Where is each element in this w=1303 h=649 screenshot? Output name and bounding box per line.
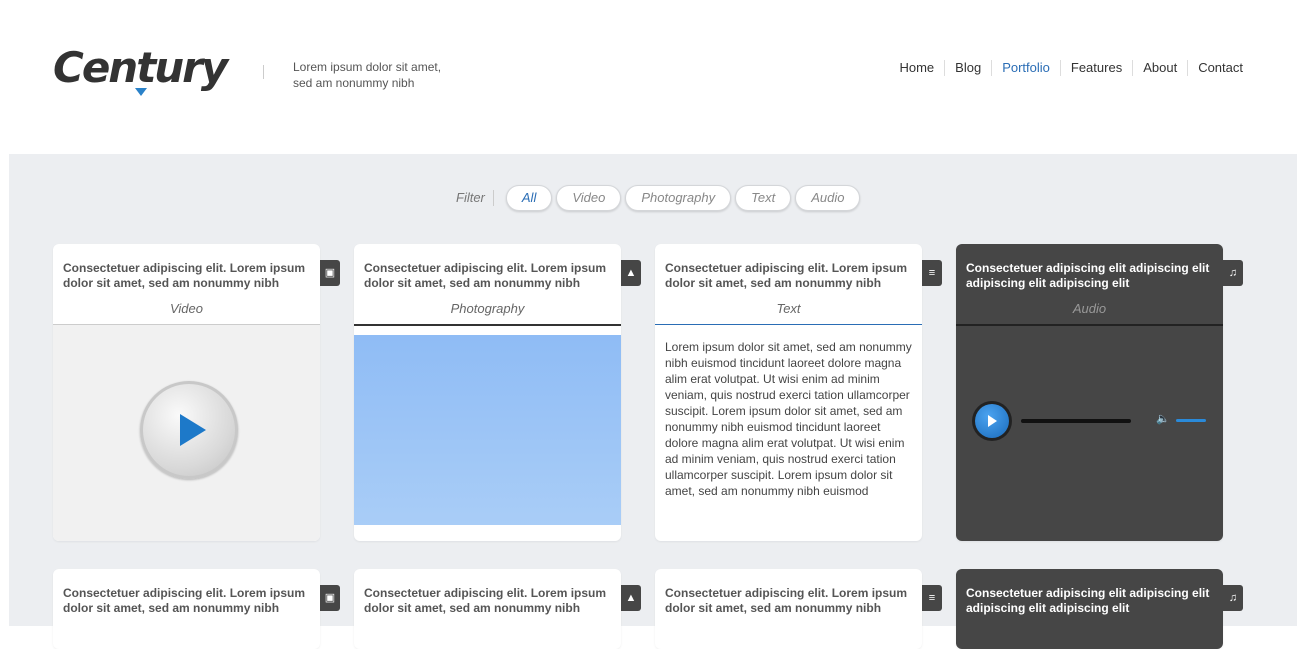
- tagline: Lorem ipsum dolor sit amet, sed am nonum…: [293, 59, 493, 91]
- card-title: Consectetuer adipiscing elit. Lorem ipsu…: [665, 261, 908, 290]
- portfolio-card-photography[interactable]: Consectetuer adipiscing elit. Lorem ipsu…: [354, 244, 621, 541]
- main-nav: Home Blog Portfolio Features About Conta…: [889, 60, 1243, 76]
- play-icon: [975, 404, 1009, 438]
- music-note-icon: ♫: [1223, 260, 1243, 286]
- volume-slider[interactable]: [1176, 419, 1206, 422]
- filter-bar: Filter All Video Photography Text Audio: [456, 185, 864, 211]
- filter-audio-button[interactable]: Audio: [795, 185, 861, 211]
- tagline-line-1: Lorem ipsum dolor sit amet,: [293, 60, 442, 74]
- volume-icon[interactable]: 🔈: [1156, 412, 1170, 425]
- card-title: Consectetuer adipiscing elit adipiscing …: [966, 261, 1210, 290]
- text-lines-icon: ≡: [922, 260, 942, 286]
- music-note-icon: ♫: [1223, 585, 1243, 611]
- card-title: Consectetuer adipiscing elit. Lorem ipsu…: [63, 586, 306, 615]
- image-icon: ▲: [621, 260, 641, 286]
- filter-text-button[interactable]: Text: [735, 185, 792, 211]
- film-icon: ▣: [320, 585, 340, 611]
- nav-features[interactable]: Features: [1059, 60, 1132, 76]
- nav-contact[interactable]: Contact: [1187, 60, 1243, 76]
- photo-thumbnail[interactable]: [354, 335, 621, 525]
- audio-player: 🔈: [972, 401, 1212, 441]
- tagline-line-2: sed am nonummy nibh: [293, 76, 415, 90]
- portfolio-card-video-2[interactable]: Consectetuer adipiscing elit. Lorem ipsu…: [53, 569, 320, 649]
- image-icon: ▲: [621, 585, 641, 611]
- portfolio-card-text[interactable]: Consectetuer adipiscing elit. Lorem ipsu…: [655, 244, 922, 541]
- play-icon: [180, 414, 206, 446]
- video-player[interactable]: [53, 325, 320, 541]
- card-category: Text: [776, 301, 801, 316]
- card-title: Consectetuer adipiscing elit. Lorem ipsu…: [665, 586, 908, 615]
- audio-play-button[interactable]: [972, 401, 1012, 441]
- nav-portfolio[interactable]: Portfolio: [991, 60, 1060, 76]
- card-title: Consectetuer adipiscing elit. Lorem ipsu…: [364, 261, 607, 290]
- card-category: Photography: [450, 301, 525, 316]
- filter-video-button[interactable]: Video: [556, 185, 622, 211]
- site-header: Century Lorem ipsum dolor sit amet, sed …: [0, 0, 1303, 154]
- film-icon: ▣: [320, 260, 340, 286]
- audio-progress-bar[interactable]: [1021, 419, 1131, 423]
- filter-photography-button[interactable]: Photography: [625, 185, 732, 211]
- portfolio-card-video[interactable]: Consectetuer adipiscing elit. Lorem ipsu…: [53, 244, 320, 541]
- card-divider: [354, 324, 621, 326]
- filter-all-button[interactable]: All: [505, 185, 553, 211]
- card-divider: [655, 324, 922, 325]
- logo-triangle-icon: [135, 88, 147, 96]
- card-title: Consectetuer adipiscing elit adipiscing …: [966, 586, 1210, 615]
- video-play-button[interactable]: [140, 381, 238, 479]
- card-category: Audio: [1072, 301, 1107, 316]
- text-lines-icon: ≡: [922, 585, 942, 611]
- portfolio-card-text-2[interactable]: Consectetuer adipiscing elit. Lorem ipsu…: [655, 569, 922, 649]
- nav-home[interactable]: Home: [889, 60, 944, 76]
- nav-about[interactable]: About: [1132, 60, 1187, 76]
- portfolio-card-photography-2[interactable]: Consectetuer adipiscing elit. Lorem ipsu…: [354, 569, 621, 649]
- card-category: Video: [169, 301, 203, 316]
- card-divider: [956, 324, 1223, 326]
- card-title: Consectetuer adipiscing elit. Lorem ipsu…: [364, 586, 607, 615]
- card-title: Consectetuer adipiscing elit. Lorem ipsu…: [63, 261, 306, 290]
- logo[interactable]: Century: [53, 40, 233, 100]
- card-body-text: Lorem ipsum dolor sit amet, sed am nonum…: [665, 340, 912, 498]
- portfolio-area: Filter All Video Photography Text Audio …: [9, 154, 1297, 649]
- nav-blog[interactable]: Blog: [944, 60, 991, 76]
- portfolio-card-audio[interactable]: Consectetuer adipiscing elit adipiscing …: [956, 244, 1223, 541]
- header-divider: [263, 65, 264, 79]
- filter-label: Filter: [456, 190, 494, 206]
- portfolio-card-audio-2[interactable]: Consectetuer adipiscing elit adipiscing …: [956, 569, 1223, 649]
